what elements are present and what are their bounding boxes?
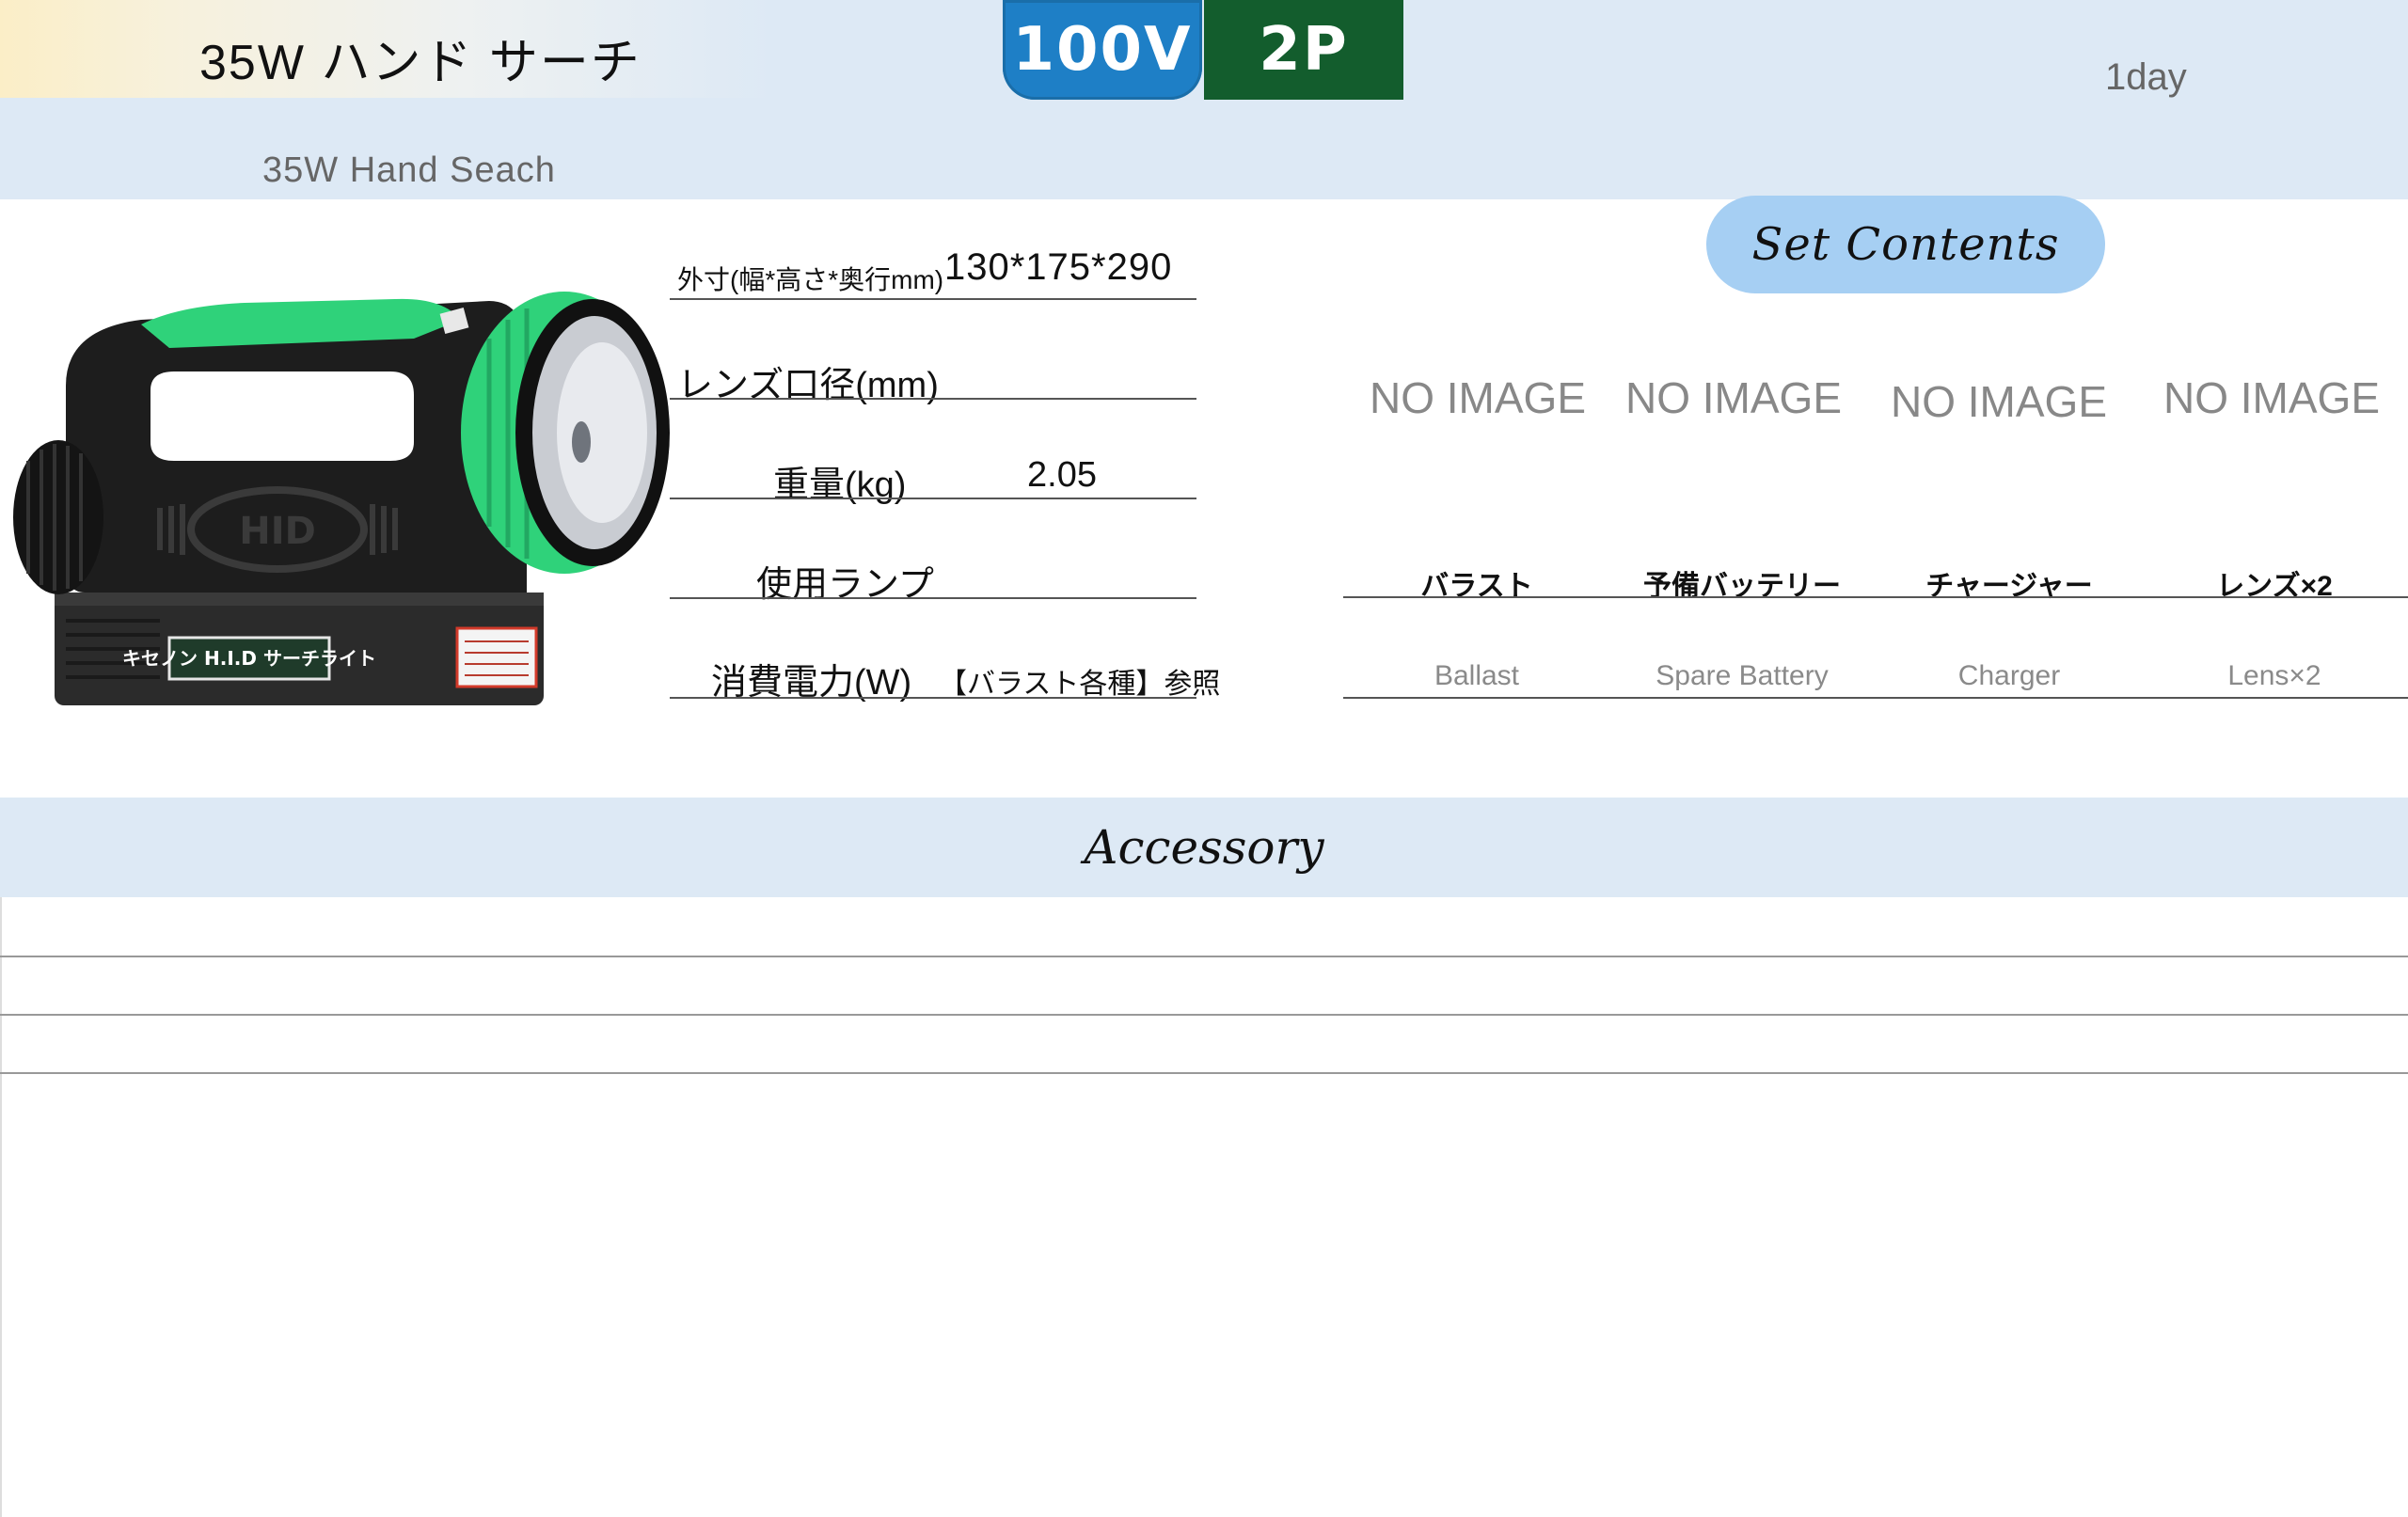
accessory-row <box>0 956 2408 957</box>
product-subtitle: 35W Hand Seach <box>262 150 556 190</box>
item-image-placeholder: NO IMAGE <box>2162 373 2381 422</box>
table-left-border <box>0 897 2 1517</box>
bulb <box>572 421 591 463</box>
item-image-placeholder: NO IMAGE <box>1624 373 1843 422</box>
item-image-placeholder: NO IMAGE <box>1369 373 1587 422</box>
power-value: 【バラスト各種】参照 <box>939 669 1221 700</box>
plug-badge: 2P <box>1204 0 1403 100</box>
item-name-en: Ballast <box>1434 660 1520 691</box>
handle-opening <box>150 371 414 461</box>
spec-divider <box>670 597 1196 599</box>
product-label-text: キセノン H.I.D サーチライト <box>122 647 376 670</box>
spec-divider <box>670 498 1196 499</box>
set-contents-title: Set Contents <box>1706 196 2105 293</box>
dimensions-value: 130*175*290 <box>944 246 1173 288</box>
item-name-en: Spare Battery <box>1656 660 1829 691</box>
product-title: 35W ハンド サーチ <box>199 36 642 90</box>
item-name-en: Charger <box>1957 660 2061 691</box>
spec-divider <box>670 398 1196 400</box>
dimensions-label: 外寸(幅*高さ*奥行mm) <box>677 265 944 294</box>
set-contents-divider <box>1343 697 2408 699</box>
accessory-title: Accessory <box>1084 820 1324 875</box>
set-contents-divider <box>1343 596 2408 598</box>
item-image-placeholder: NO IMAGE <box>1890 377 2108 426</box>
weight-value: 2.05 <box>1027 455 1097 495</box>
voltage-badge: 100V <box>1003 0 1202 100</box>
item-name-en: Lens×2 <box>2227 660 2321 691</box>
warning-sticker <box>455 626 538 688</box>
accessory-row <box>0 1014 2408 1016</box>
hid-logo-text: HID <box>239 510 316 553</box>
accessory-row <box>0 1072 2408 1074</box>
spec-divider <box>670 697 1196 699</box>
searchlight-image: キセノン H.I.D サーチライト HID <box>13 292 670 705</box>
rental-period: 1day <box>2105 56 2187 98</box>
spec-divider <box>670 298 1196 300</box>
